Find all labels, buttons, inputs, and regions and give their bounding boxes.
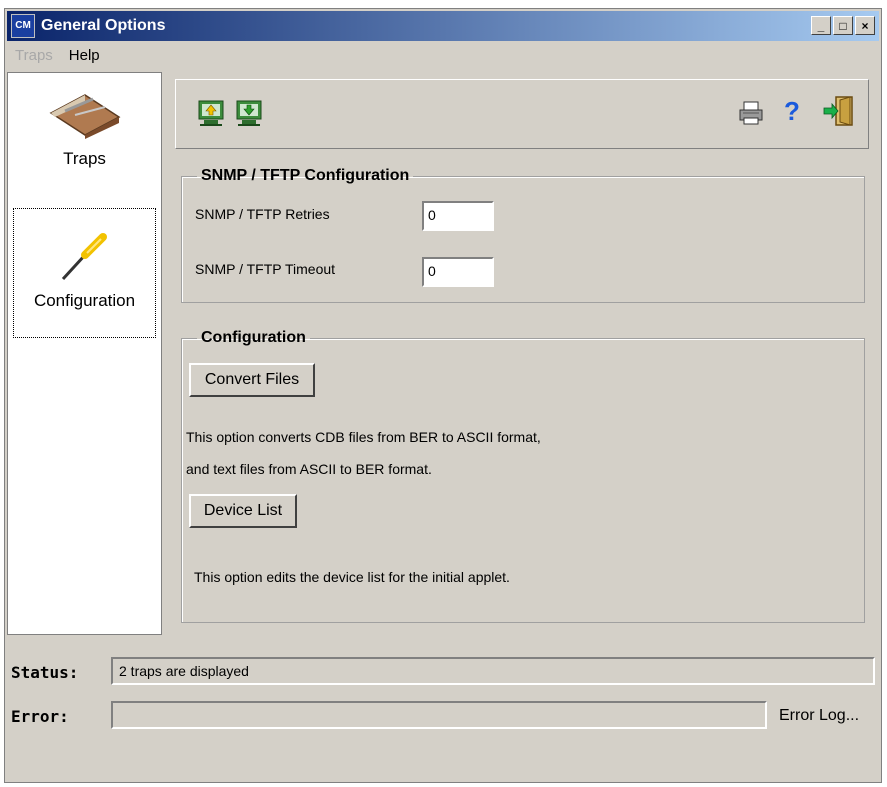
nav-item-traps-label: Traps	[63, 149, 106, 168]
snmp-retries-input[interactable]: 0	[422, 201, 494, 231]
close-button[interactable]: ×	[855, 16, 875, 35]
window-title: General Options	[41, 17, 166, 34]
download-to-computer-icon[interactable]	[234, 98, 264, 128]
maximize-button[interactable]: □	[833, 16, 853, 35]
exit-door-icon[interactable]	[822, 94, 856, 128]
screwdriver-icon	[61, 233, 107, 281]
printer-icon[interactable]	[736, 98, 766, 128]
window-controls: _ □ ×	[811, 16, 875, 35]
nav-item-configuration-label: Configuration	[33, 291, 136, 310]
error-label: Error:	[11, 707, 69, 726]
nav-item-traps[interactable]: Traps	[8, 83, 161, 203]
convert-description-line2: and text files from ASCII to BER format.	[186, 461, 432, 477]
configuration-legend: Configuration	[201, 329, 306, 346]
navigation-panel: Traps Configuration	[7, 72, 162, 635]
trap-icon	[49, 94, 120, 139]
device-list-button[interactable]: Device List	[189, 494, 297, 528]
snmp-timeout-input[interactable]: 0	[422, 257, 494, 287]
help-icon[interactable]: ?	[780, 96, 804, 126]
nav-item-configuration[interactable]: Configuration	[13, 208, 156, 338]
menu-traps[interactable]: Traps	[7, 47, 61, 64]
device-list-description: This option edits the device list for th…	[194, 569, 510, 585]
status-field: 2 traps are displayed	[111, 657, 875, 685]
toolbar: ?	[175, 79, 869, 149]
title-bar[interactable]: CM General Options _ □ ×	[7, 11, 879, 41]
convert-files-button[interactable]: Convert Files	[189, 363, 315, 397]
menu-help[interactable]: Help	[61, 47, 108, 64]
menu-bar: Traps Help	[7, 42, 879, 68]
snmp-tftp-legend: SNMP / TFTP Configuration	[201, 167, 410, 184]
status-label: Status:	[11, 663, 79, 682]
app-icon: CM	[11, 14, 35, 38]
upload-to-computer-icon[interactable]	[196, 98, 226, 128]
general-options-window: CM General Options _ □ × Traps Help Trap…	[4, 8, 882, 783]
convert-description-line1: This option converts CDB files from BER …	[186, 429, 541, 445]
error-log-link[interactable]: Error Log...	[779, 707, 859, 725]
snmp-retries-label: SNMP / TFTP Retries	[195, 206, 330, 222]
minimize-button[interactable]: _	[811, 16, 831, 35]
error-field	[111, 701, 767, 729]
snmp-timeout-label: SNMP / TFTP Timeout	[195, 261, 336, 277]
snmp-tftp-group: SNMP / TFTP Configuration	[181, 167, 865, 303]
